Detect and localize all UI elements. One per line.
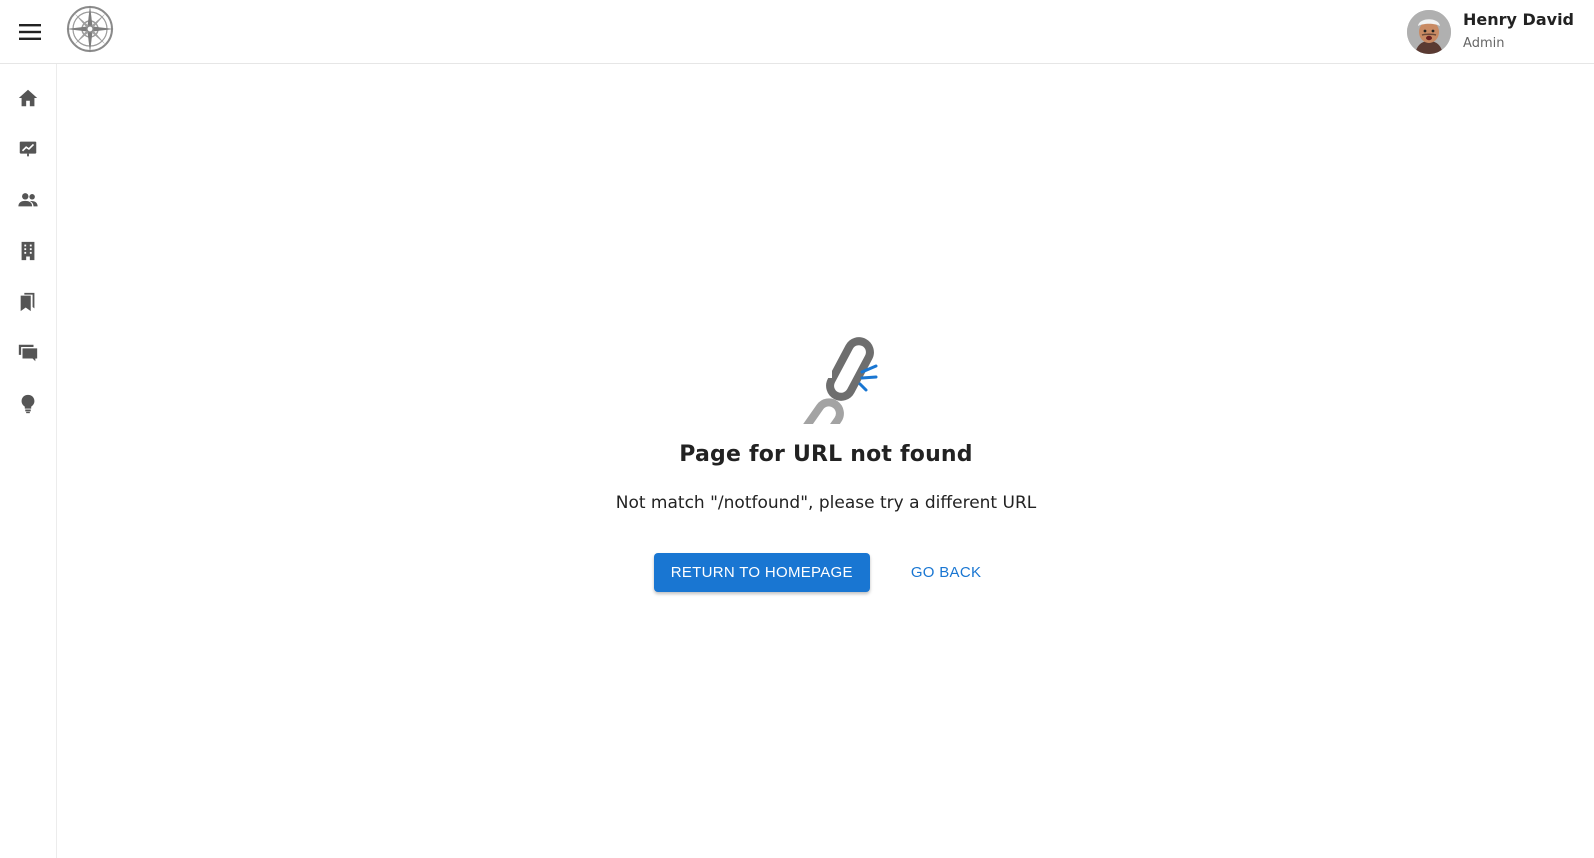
page-title: Page for URL not found	[679, 442, 973, 467]
error-message: Not match "/notfound", please try a diff…	[615, 493, 1037, 513]
user-name: Henry David	[1463, 10, 1574, 29]
sidebar	[0, 64, 57, 858]
not-found-panel: Page for URL not found Not match "/notfo…	[58, 314, 1594, 592]
user-info: Henry David Admin	[1463, 10, 1574, 54]
sidebar-item-ideas[interactable]	[10, 386, 46, 422]
sidebar-item-analytics[interactable]	[10, 131, 46, 167]
sidebar-item-users[interactable]	[10, 182, 46, 218]
return-to-homepage-button[interactable]: RETURN TO HOMEPAGE	[653, 553, 870, 592]
menu-button[interactable]	[14, 17, 46, 47]
bookmarks-icon	[20, 292, 35, 312]
avatar[interactable]	[1407, 10, 1452, 54]
people-icon	[18, 193, 38, 207]
building-icon	[21, 241, 35, 261]
action-buttons: RETURN TO HOMEPAGE GO BACK	[653, 553, 999, 592]
chat-forum-icon	[18, 344, 38, 362]
sidebar-item-forum[interactable]	[10, 335, 46, 371]
top-app-bar: Henry David Admin	[0, 0, 1594, 64]
sidebar-item-bookmarks[interactable]	[10, 284, 46, 320]
lightbulb-icon	[21, 394, 35, 414]
menu-icon	[19, 24, 41, 40]
broken-link-icon	[792, 337, 878, 424]
user-profile[interactable]: Henry David Admin	[1407, 8, 1574, 56]
compass-logo-icon[interactable]	[64, 3, 116, 55]
user-role: Admin	[1463, 36, 1505, 51]
go-back-button[interactable]: GO BACK	[894, 553, 998, 592]
sidebar-item-buildings[interactable]	[10, 233, 46, 269]
main-content: Page for URL not found Not match "/notfo…	[58, 64, 1594, 858]
home-icon	[18, 89, 38, 107]
sidebar-item-home[interactable]	[10, 80, 46, 116]
chart-presentation-icon	[19, 141, 37, 157]
